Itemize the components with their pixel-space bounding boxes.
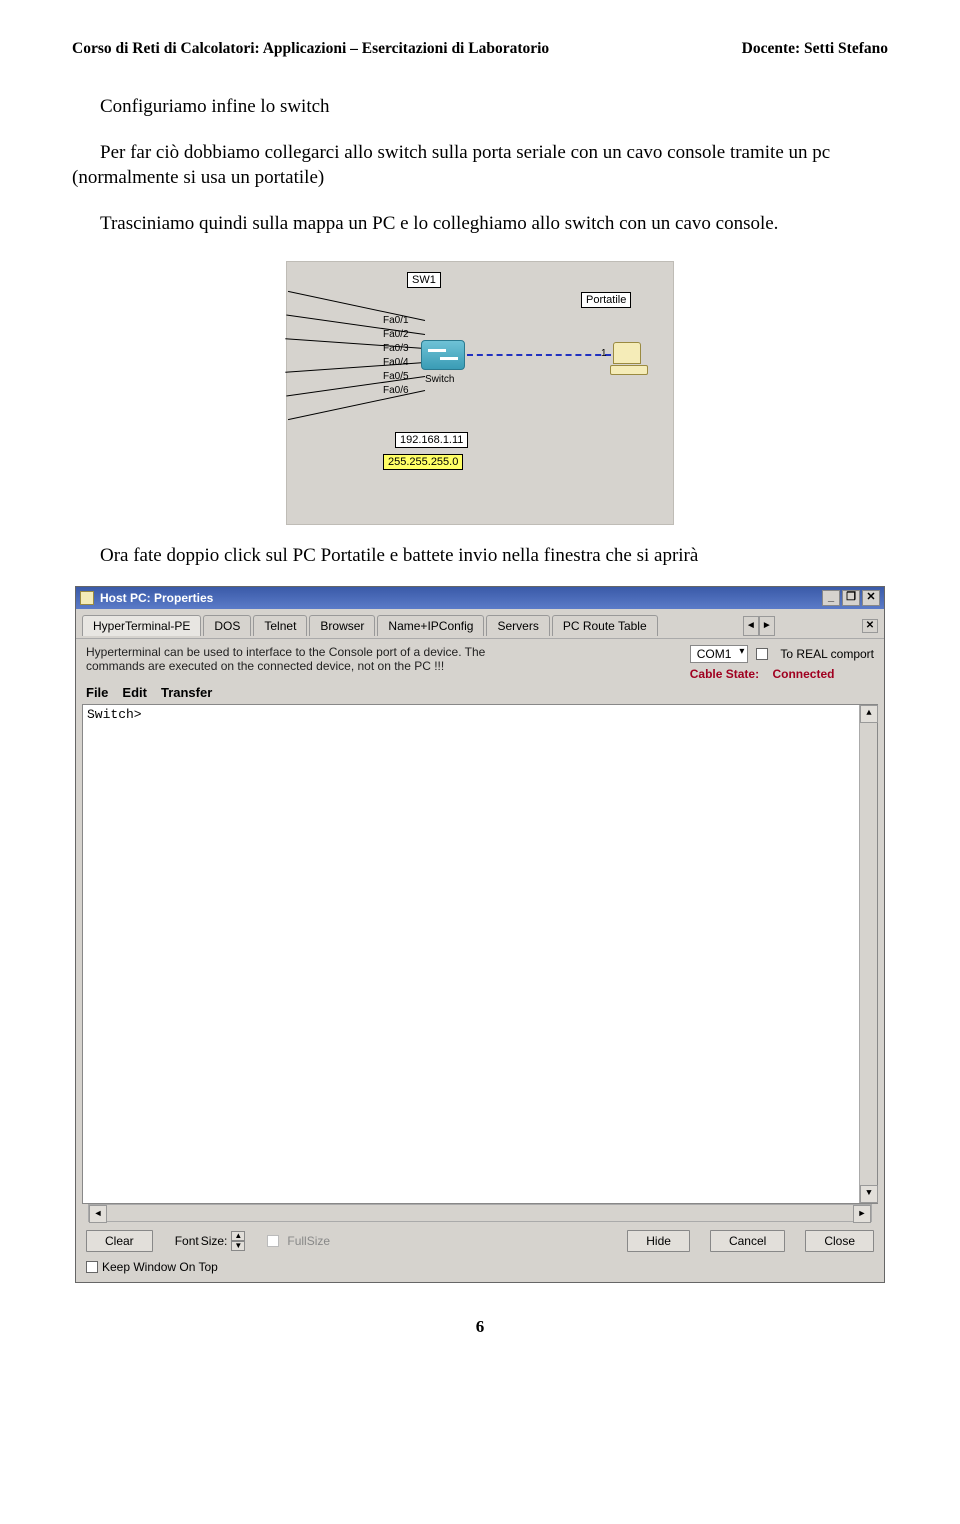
cable-state-label: Cable State: [690,667,759,681]
network-diagram: SW1 Portatile Fa0/1 Fa0/2 Fa0/3 Fa0/4 Fa… [286,261,674,525]
tab-name-ipconfig[interactable]: Name+IPConfig [377,615,484,636]
tab-servers[interactable]: Servers [486,615,549,636]
paragraph-1: Configuriamo infine lo switch [72,94,888,120]
header-left: Corso di Reti di Calcolatori: Applicazio… [72,40,549,58]
spinner-down-icon[interactable]: ▼ [231,1241,245,1251]
clear-button[interactable]: Clear [86,1230,153,1252]
page-header: Corso di Reti di Calcolatori: Applicazio… [72,40,888,58]
fullsize-checkbox[interactable] [267,1235,279,1247]
tab-bar: HyperTerminal-PE DOS Telnet Browser Name… [76,609,884,639]
switch-caption: Switch [425,374,454,385]
close-button[interactable]: Close [805,1230,874,1252]
cable-state-value: Connected [772,667,834,681]
font-label: Font [175,1234,199,1248]
tab-scroll-right[interactable]: ► [759,616,775,636]
window-title: Host PC: Properties [100,591,213,605]
window-footer: Clear Font Size: ▲ ▼ FullSize Hide Cance… [76,1224,884,1260]
hint-text-line1: Hyperterminal can be used to interface t… [86,645,674,659]
ip-label: 192.168.1.11 [395,432,468,448]
tab-browser[interactable]: Browser [309,615,375,636]
close-window-button[interactable]: ✕ [862,590,880,606]
terminal-prompt: Switch> [87,707,142,722]
menu-edit[interactable]: Edit [122,685,147,700]
cancel-button[interactable]: Cancel [710,1230,785,1252]
port-fa04: Fa0/4 [383,357,409,368]
tab-close-icon[interactable]: ✕ [862,619,878,633]
real-comport-checkbox[interactable] [756,648,768,660]
switch-icon [421,340,465,370]
terminal-menubar: File Edit Transfer [76,683,884,704]
tab-hyperterminal[interactable]: HyperTerminal-PE [82,615,201,636]
scroll-up-icon[interactable]: ▲ [860,705,878,723]
terminal-area[interactable]: Switch> ▲ ▼ [82,704,878,1204]
console-cable [467,354,611,356]
cable-line [288,390,425,420]
host-pc-window: Host PC: Properties _ ❐ ✕ HyperTerminal-… [75,586,885,1283]
subnet-mask-label: 255.255.255.0 [383,454,463,470]
fullsize-label: FullSize [287,1234,330,1248]
font-size-spinner[interactable]: ▲ ▼ [231,1231,245,1251]
horizontal-scrollbar[interactable]: ◄ ► [88,1204,872,1222]
titlebar[interactable]: Host PC: Properties _ ❐ ✕ [76,587,884,609]
pc-icon [613,342,641,364]
paragraph-4: Ora fate doppio click sul PC Portatile e… [72,543,888,569]
spinner-up-icon[interactable]: ▲ [231,1231,245,1241]
header-right: Docente: Setti Stefano [742,40,888,58]
menu-transfer[interactable]: Transfer [161,685,212,700]
paragraph-3: Trasciniamo quindi sulla mappa un PC e l… [72,211,888,237]
document-body: Configuriamo infine lo switch Per far ci… [72,94,888,237]
tab-pc-route-table[interactable]: PC Route Table [552,615,658,636]
vertical-scrollbar[interactable]: ▲ ▼ [859,705,877,1203]
portatile-label: Portatile [581,292,631,308]
menu-file[interactable]: File [86,685,108,700]
page-number: 6 [72,1317,888,1337]
tab-telnet[interactable]: Telnet [253,615,307,636]
restore-button[interactable]: ❐ [842,590,860,606]
hint-text-line2: commands are executed on the connected d… [86,659,674,673]
cable-line [288,290,425,320]
minimize-button[interactable]: _ [822,590,840,606]
tab-scroll-left[interactable]: ◄ [743,616,759,636]
cable-port-1: 1 [601,348,607,359]
keep-on-top-checkbox[interactable] [86,1261,98,1273]
hide-button[interactable]: Hide [627,1230,690,1252]
keep-on-top-label: Keep Window On Top [102,1260,218,1274]
scroll-down-icon[interactable]: ▼ [860,1185,878,1203]
paragraph-2: Per far ciò dobbiamo collegarci allo swi… [72,140,888,191]
size-label: Size: [201,1234,228,1248]
window-app-icon [80,591,94,605]
sw1-label: SW1 [407,272,441,288]
real-comport-label: To REAL comport [780,647,874,661]
scroll-left-icon[interactable]: ◄ [89,1205,107,1223]
port-fa03: Fa0/3 [383,343,409,354]
scroll-right-icon[interactable]: ► [853,1205,871,1223]
com-port-select[interactable]: COM1 [690,645,749,663]
tab-dos[interactable]: DOS [203,615,251,636]
